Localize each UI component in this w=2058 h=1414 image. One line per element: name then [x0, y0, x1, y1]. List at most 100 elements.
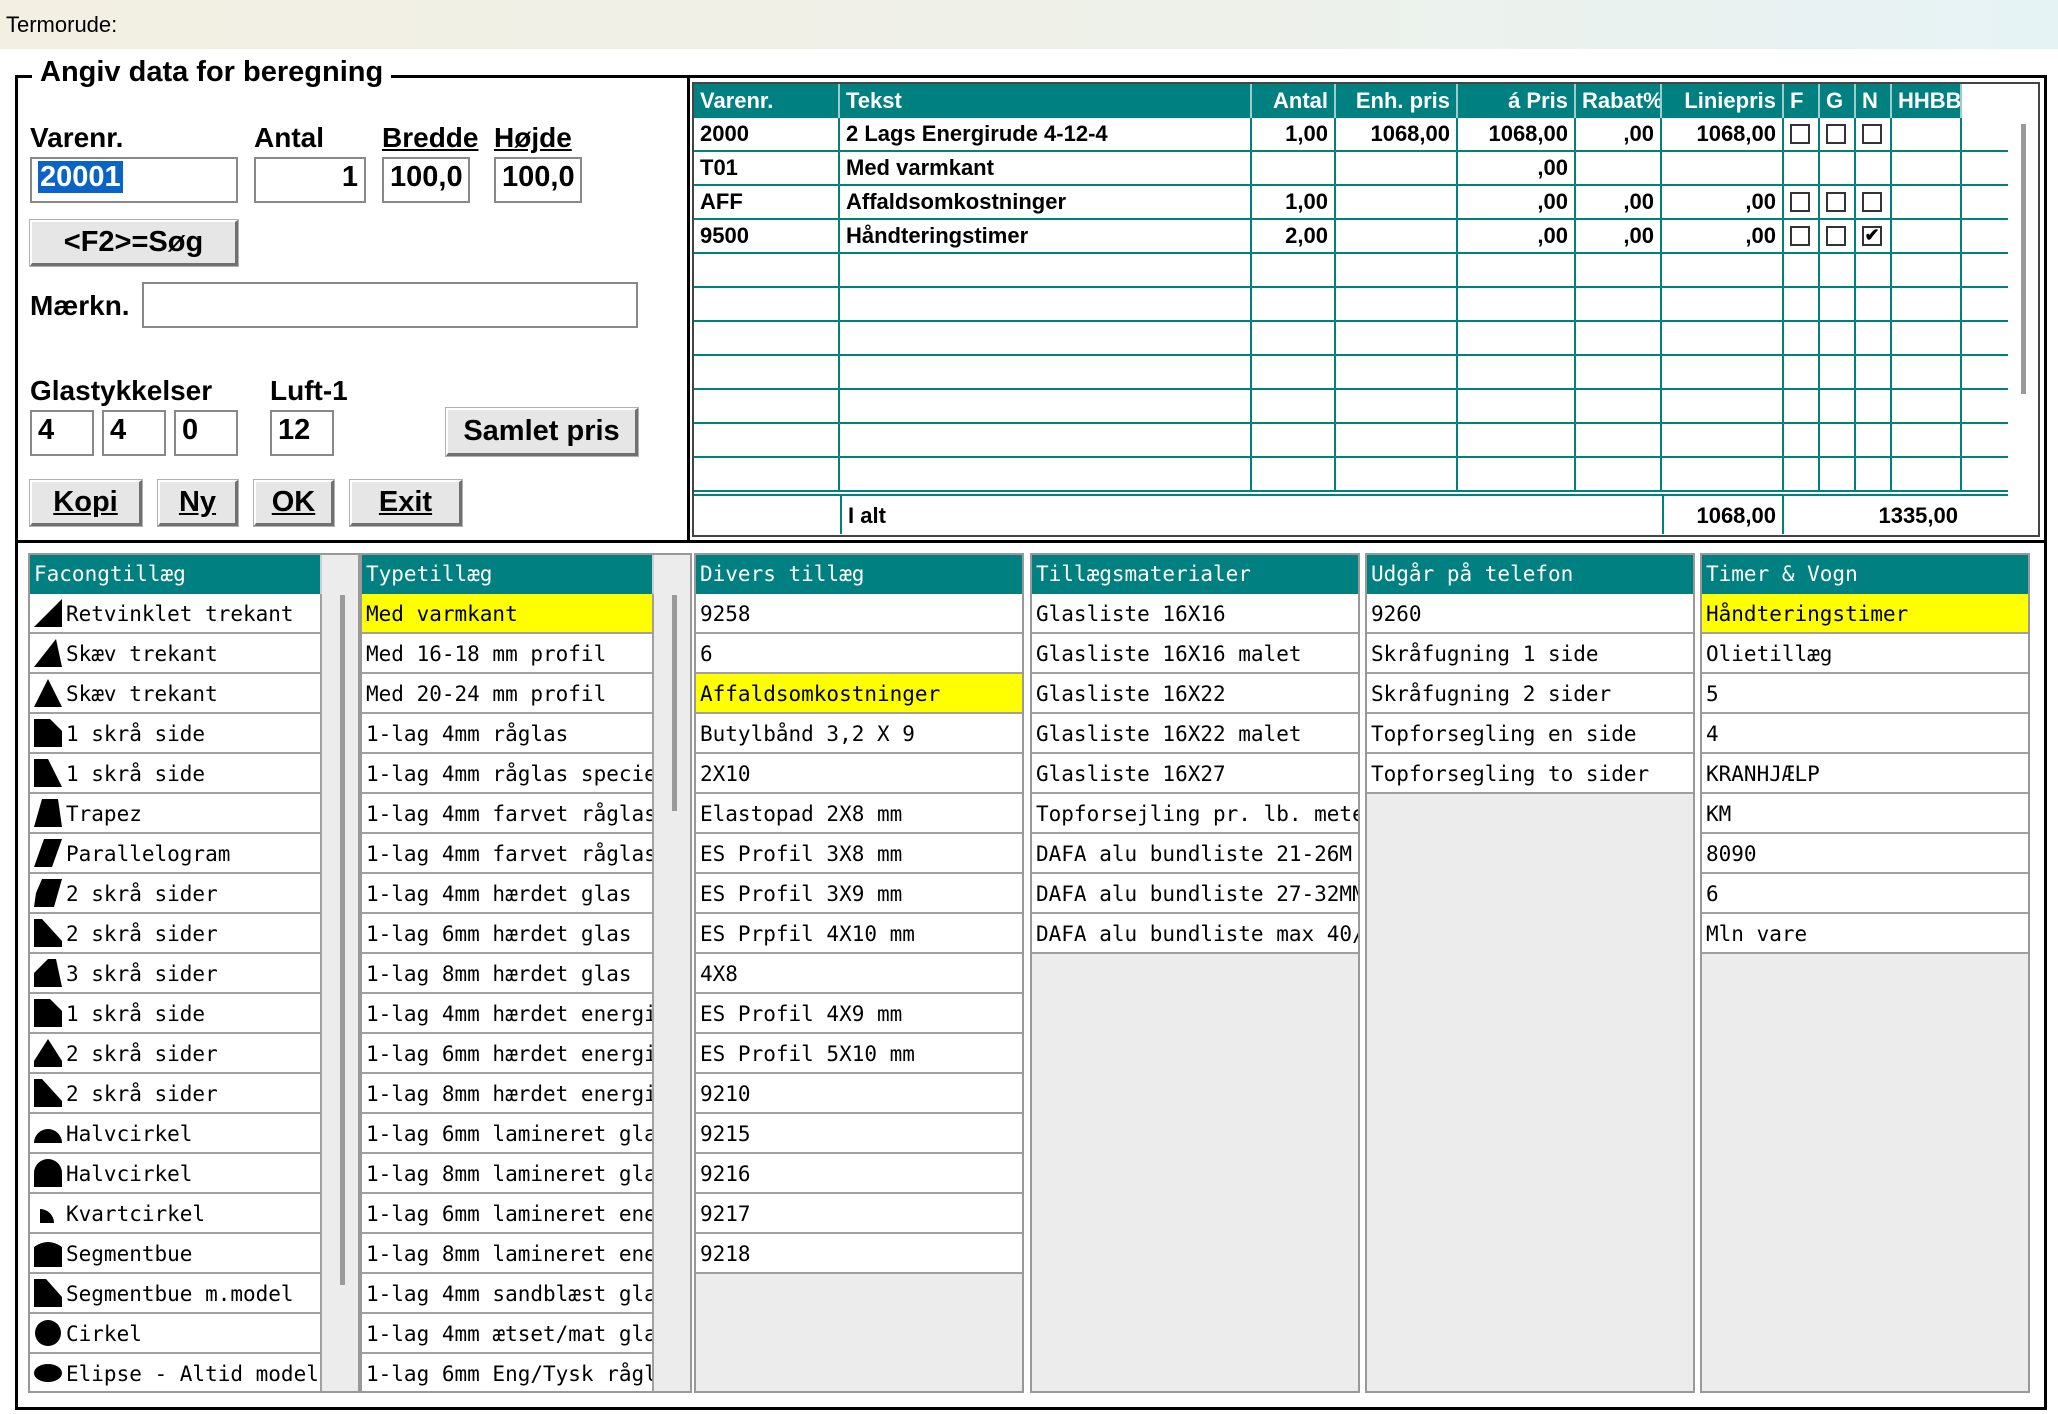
panel-item[interactable]: Topforsegling to sider: [1367, 754, 1693, 794]
panel-item[interactable]: 1-lag 4mm hærdet energiglas: [362, 994, 654, 1034]
panel-item[interactable]: Med varmkant: [362, 594, 654, 634]
grid-row[interactable]: AFF Affaldsomkostninger 1,00,00,00,00: [694, 186, 2008, 220]
panel-item[interactable]: KRANHJÆLP: [1702, 754, 2028, 794]
grid-cell-varenr[interactable]: T01: [694, 152, 840, 184]
panel-item[interactable]: 2X10: [696, 754, 1022, 794]
panel-item[interactable]: Skråfugning 1 side: [1367, 634, 1693, 674]
grid-cell-linie[interactable]: [1662, 254, 1784, 286]
panel-item[interactable]: 6: [1702, 874, 2028, 914]
grid-cell-hhbb[interactable]: [1892, 458, 1962, 490]
col-varenr[interactable]: Varenr.: [694, 84, 840, 118]
grid-cell-hhbb[interactable]: [1892, 356, 1962, 388]
grid-cell-linie[interactable]: [1662, 152, 1784, 184]
grid-cell-rabat[interactable]: ,00: [1576, 220, 1662, 252]
grid-cell-varenr[interactable]: 9500: [694, 220, 840, 252]
hojde-input[interactable]: 100,0: [494, 157, 582, 203]
grid-cell-apris[interactable]: 1068,00: [1458, 118, 1576, 150]
grid-cell-enh[interactable]: [1336, 322, 1458, 354]
panel-item[interactable]: ES Profil 3X8 mm: [696, 834, 1022, 874]
col-enh-pris[interactable]: Enh. pris: [1336, 84, 1458, 118]
panel-item[interactable]: Skæv trekant: [30, 634, 322, 674]
grid-cell-apris[interactable]: [1458, 356, 1576, 388]
checkbox-f[interactable]: [1790, 225, 1810, 246]
ok-button[interactable]: OK: [254, 480, 334, 526]
panel-item[interactable]: 1-lag 8mm hærdet energiglas: [362, 1074, 654, 1114]
panel-item[interactable]: 9216: [696, 1154, 1022, 1194]
grid-cell-hhbb[interactable]: [1892, 390, 1962, 422]
grid-cell-hhbb[interactable]: [1892, 220, 1962, 252]
checkbox-n[interactable]: [1862, 191, 1882, 212]
panel-item[interactable]: Elipse - Altid model: [30, 1354, 322, 1391]
grid-scrollbar[interactable]: [2012, 124, 2034, 414]
grid-row[interactable]: [694, 424, 2008, 458]
grid-cell-varenr[interactable]: [694, 424, 840, 456]
grid-row[interactable]: 9500 Håndteringstimer 2,00,00,00,00 ✔: [694, 220, 2008, 254]
grid-cell-apris[interactable]: [1458, 322, 1576, 354]
panel-item[interactable]: Olietillæg: [1702, 634, 2028, 674]
panel-item[interactable]: 4X8: [696, 954, 1022, 994]
exit-button[interactable]: Exit: [350, 480, 462, 526]
grid-cell-tekst[interactable]: [840, 390, 1252, 422]
panel-item[interactable]: 1-lag 6mm Eng/Tysk råglas: [362, 1354, 654, 1391]
grid-cell-antal[interactable]: [1252, 356, 1336, 388]
ny-button[interactable]: Ny: [158, 480, 238, 526]
panel-item[interactable]: Med 20-24 mm profil: [362, 674, 654, 714]
grid-cell-tekst[interactable]: [840, 322, 1252, 354]
grid-cell-antal[interactable]: [1252, 458, 1336, 490]
grid-cell-linie[interactable]: [1662, 458, 1784, 490]
grid-cell-tekst[interactable]: 2 Lags Energirude 4-12-4: [840, 118, 1252, 150]
grid-cell-antal[interactable]: 1,00: [1252, 118, 1336, 150]
panel-item[interactable]: 1-lag 8mm lamineret energiglas 4: [362, 1234, 654, 1274]
panel-item[interactable]: ES Profil 4X9 mm: [696, 994, 1022, 1034]
panel-item[interactable]: Parallelogram: [30, 834, 322, 874]
panel-item[interactable]: 9210: [696, 1074, 1022, 1114]
panel-item[interactable]: DAFA alu bundliste max 40/mm: [1032, 914, 1358, 954]
panel-item[interactable]: Topforsejling pr. lb. meter: [1032, 794, 1358, 834]
grid-cell-enh[interactable]: [1336, 356, 1458, 388]
panel-item[interactable]: Elastopad 2X8 mm: [696, 794, 1022, 834]
grid-cell-antal[interactable]: [1252, 254, 1336, 286]
grid-cell-varenr[interactable]: [694, 458, 840, 490]
panel-item[interactable]: 1 skrå side: [30, 754, 322, 794]
grid-cell-apris[interactable]: ,00: [1458, 152, 1576, 184]
grid-cell-hhbb[interactable]: [1892, 186, 1962, 218]
grid-cell-apris[interactable]: [1458, 424, 1576, 456]
grid-cell-hhbb[interactable]: [1892, 152, 1962, 184]
grid-cell-tekst[interactable]: [840, 424, 1252, 456]
grid-cell-varenr[interactable]: [694, 356, 840, 388]
panel-item[interactable]: Halvcirkel: [30, 1114, 322, 1154]
grid-cell-antal[interactable]: 1,00: [1252, 186, 1336, 218]
panel-item[interactable]: Glasliste 16X16 malet: [1032, 634, 1358, 674]
grid-row[interactable]: 2000 2 Lags Energirude 4-12-4 1,00 1068,00 1…: [694, 118, 2008, 152]
grid-cell-antal[interactable]: [1252, 322, 1336, 354]
panel-item[interactable]: Glasliste 16X27: [1032, 754, 1358, 794]
panel-item[interactable]: 5: [1702, 674, 2028, 714]
grid-cell-enh[interactable]: [1336, 458, 1458, 490]
luft-input[interactable]: 12: [270, 410, 334, 456]
grid-cell-apris[interactable]: [1458, 288, 1576, 320]
grid-cell-enh[interactable]: [1336, 220, 1458, 252]
col-tekst[interactable]: Tekst: [840, 84, 1252, 118]
search-button[interactable]: <F2>=Søg: [30, 220, 238, 266]
antal-input[interactable]: 1: [254, 157, 366, 203]
grid-cell-enh[interactable]: [1336, 424, 1458, 456]
grid-cell-rabat[interactable]: [1576, 390, 1662, 422]
panel-item[interactable]: Segmentbue m.model: [30, 1274, 322, 1314]
grid-cell-rabat[interactable]: [1576, 458, 1662, 490]
panel-item[interactable]: Glasliste 16X22: [1032, 674, 1358, 714]
grid-cell-varenr[interactable]: AFF: [694, 186, 840, 218]
grid-row[interactable]: [694, 356, 2008, 390]
grid-cell-antal[interactable]: [1252, 424, 1336, 456]
grid-cell-varenr[interactable]: [694, 254, 840, 286]
panel-item[interactable]: Retvinklet trekant: [30, 594, 322, 634]
col-rabat[interactable]: Rabat%: [1576, 84, 1662, 118]
kopi-button[interactable]: Kopi: [30, 480, 142, 526]
grid-cell-hhbb[interactable]: [1892, 424, 1962, 456]
panel-item[interactable]: Mln vare: [1702, 914, 2028, 954]
grid-cell-apris[interactable]: ,00: [1458, 220, 1576, 252]
panel-item[interactable]: 1-lag 6mm hærdet energiglas: [362, 1034, 654, 1074]
grid-cell-antal[interactable]: [1252, 390, 1336, 422]
grid-cell-linie[interactable]: [1662, 356, 1784, 388]
panel-item[interactable]: DAFA alu bundliste 21-26M: [1032, 834, 1358, 874]
grid-cell-enh[interactable]: [1336, 254, 1458, 286]
